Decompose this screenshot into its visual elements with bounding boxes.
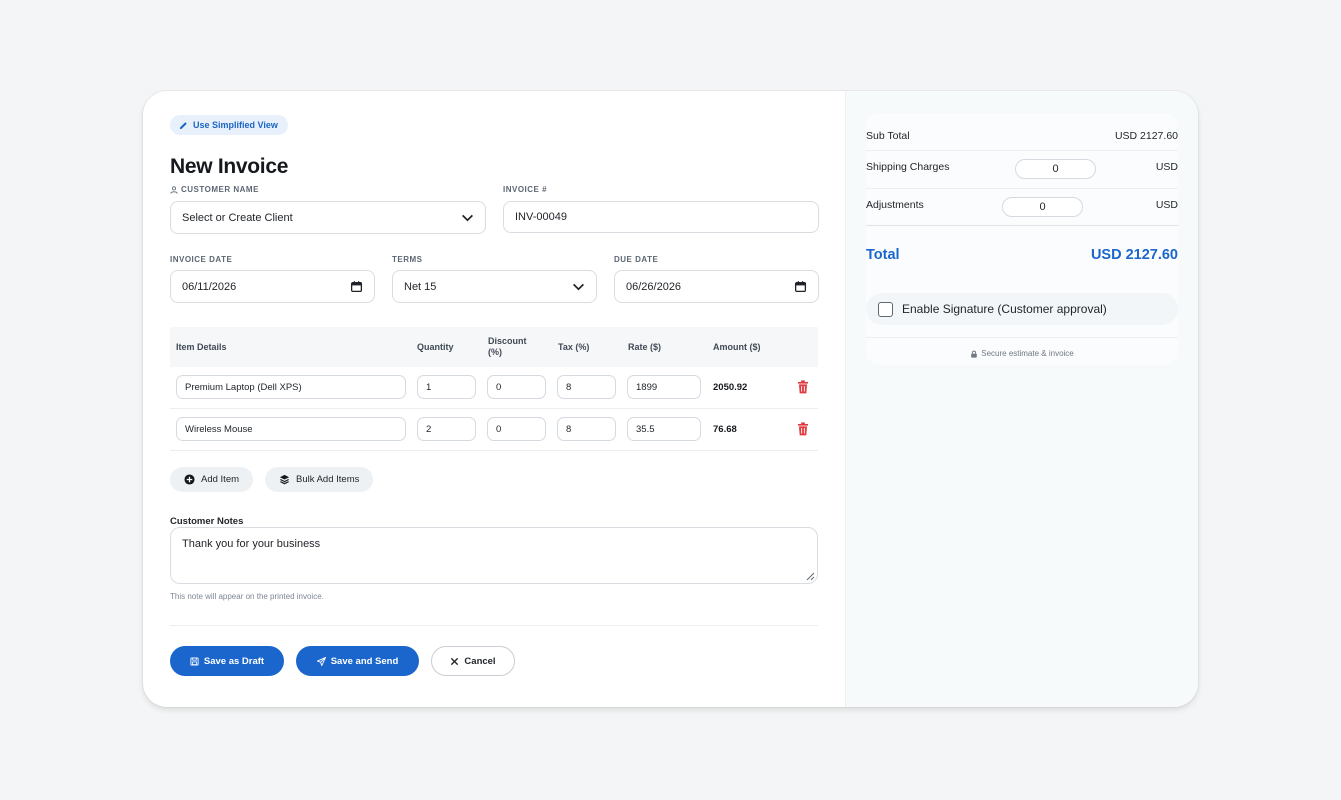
add-item-button[interactable]: Add Item [170, 467, 254, 492]
shipping-label: Shipping Charges [866, 161, 950, 173]
col-discount-unit: (%) [488, 347, 502, 357]
layers-icon [279, 474, 290, 485]
invoice-card: Use Simplified View New Invoice CUSTOMER… [143, 91, 1198, 707]
col-item-details: Item Details [176, 342, 227, 352]
due-date-value: 06/26/2026 [626, 280, 682, 293]
invoice-form: Use Simplified View New Invoice CUSTOMER… [143, 91, 845, 707]
shipping-input[interactable]: 0 [1015, 159, 1096, 179]
summary-card: Sub Total USD 2127.60 Shipping Charges 0… [866, 113, 1178, 365]
calendar-icon[interactable] [794, 280, 807, 293]
items-table-header: Item Details Quantity Discount (%) Tax (… [170, 327, 818, 367]
customer-select[interactable]: Select or Create Client [170, 201, 486, 234]
plus-circle-icon [184, 474, 195, 485]
bulk-add-items-label: Bulk Add Items [296, 474, 360, 485]
save-draft-button[interactable]: Save as Draft [170, 646, 284, 676]
invoice-date-input[interactable]: 06/11/2026 [170, 270, 375, 303]
bulk-add-items-button[interactable]: Bulk Add Items [265, 467, 374, 492]
invoice-date-value: 06/11/2026 [182, 280, 237, 293]
due-date-label: DUE DATE [614, 255, 659, 264]
due-date-input[interactable]: 06/26/2026 [614, 270, 819, 303]
signature-label: Enable Signature (Customer approval) [902, 302, 1107, 316]
summary-panel: Sub Total USD 2127.60 Shipping Charges 0… [845, 91, 1198, 707]
calendar-icon[interactable] [350, 280, 363, 293]
quantity-input[interactable]: 1 [417, 375, 476, 399]
invoice-number-label: INVOICE # [503, 185, 548, 194]
table-row: Wireless Mouse 2 0 8 35.5 76.68 [170, 409, 818, 451]
invoice-number-input[interactable]: INV-00049 [503, 201, 819, 233]
adjustments-label: Adjustments [866, 199, 924, 211]
invoice-date-label: INVOICE DATE [170, 255, 233, 264]
adjustments-currency: USD [1155, 199, 1178, 211]
discount-input[interactable]: 0 [487, 375, 546, 399]
divider [866, 188, 1178, 189]
resize-grip-icon[interactable] [805, 571, 815, 581]
save-icon [190, 656, 199, 666]
customer-notes-value: Thank you for your business [182, 538, 321, 550]
divider [866, 150, 1178, 151]
close-icon [451, 657, 459, 665]
total-label: Total [866, 247, 900, 263]
customer-name-label-text: CUSTOMER NAME [181, 185, 259, 194]
invoice-number-value: INV-00049 [515, 211, 567, 223]
total-value: USD 2127.60 [1090, 247, 1178, 263]
add-item-label: Add Item [201, 474, 240, 485]
rate-input[interactable]: 35.5 [627, 417, 701, 441]
col-quantity: Quantity [417, 342, 454, 352]
customer-notes-textarea[interactable]: Thank you for your business [170, 527, 818, 584]
tax-input[interactable]: 8 [557, 417, 616, 441]
divider [170, 625, 818, 626]
tax-input[interactable]: 8 [557, 375, 616, 399]
subtotal-label: Sub Total [866, 130, 910, 142]
shipping-currency: USD [1155, 161, 1178, 173]
save-send-button[interactable]: Save and Send [296, 646, 419, 676]
table-row: Premium Laptop (Dell XPS) 1 0 8 1899 205… [170, 367, 818, 409]
signature-checkbox[interactable] [878, 301, 893, 317]
col-discount: Discount [488, 336, 527, 346]
user-icon [170, 185, 178, 194]
secure-note: Secure estimate & invoice [866, 349, 1178, 358]
lock-icon [971, 350, 978, 358]
col-amount: Amount ($) [713, 342, 761, 352]
col-tax: Tax (%) [558, 342, 590, 352]
item-name-input[interactable]: Premium Laptop (Dell XPS) [176, 375, 406, 399]
amount-value: 76.68 [713, 424, 737, 435]
chevron-down-icon [462, 214, 473, 222]
adjustments-input[interactable]: 0 [1002, 197, 1083, 217]
save-send-label: Save and Send [330, 655, 399, 667]
send-icon [316, 656, 326, 666]
terms-select[interactable]: Net 15 [392, 270, 597, 303]
chevron-down-icon [573, 283, 584, 291]
col-rate: Rate ($) [628, 342, 662, 352]
pencil-icon [179, 121, 187, 129]
simplified-view-label: Use Simplified View [193, 120, 278, 130]
customer-notes-label: Customer Notes [170, 516, 244, 527]
rate-input[interactable]: 1899 [627, 375, 701, 399]
simplified-view-button[interactable]: Use Simplified View [170, 115, 288, 135]
amount-value: 2050.92 [713, 382, 748, 393]
page-title: New Invoice [170, 155, 289, 178]
cancel-label: Cancel [464, 655, 496, 667]
discount-input[interactable]: 0 [487, 417, 546, 441]
customer-select-value: Select or Create Client [182, 211, 293, 224]
terms-select-value: Net 15 [404, 280, 437, 293]
notes-hint: This note will appear on the printed inv… [170, 592, 324, 601]
divider [866, 225, 1178, 226]
customer-name-label: CUSTOMER NAME [170, 185, 259, 194]
divider [866, 337, 1178, 338]
subtotal-value: USD 2127.60 [1114, 130, 1178, 142]
enable-signature-toggle[interactable]: Enable Signature (Customer approval) [866, 293, 1178, 325]
secure-text: Secure estimate & invoice [981, 349, 1074, 358]
cancel-button[interactable]: Cancel [431, 646, 515, 676]
terms-label: TERMS [392, 255, 423, 264]
trash-icon[interactable] [797, 380, 809, 394]
trash-icon[interactable] [797, 422, 809, 436]
item-name-input[interactable]: Wireless Mouse [176, 417, 406, 441]
save-draft-label: Save as Draft [203, 655, 265, 667]
quantity-input[interactable]: 2 [417, 417, 476, 441]
